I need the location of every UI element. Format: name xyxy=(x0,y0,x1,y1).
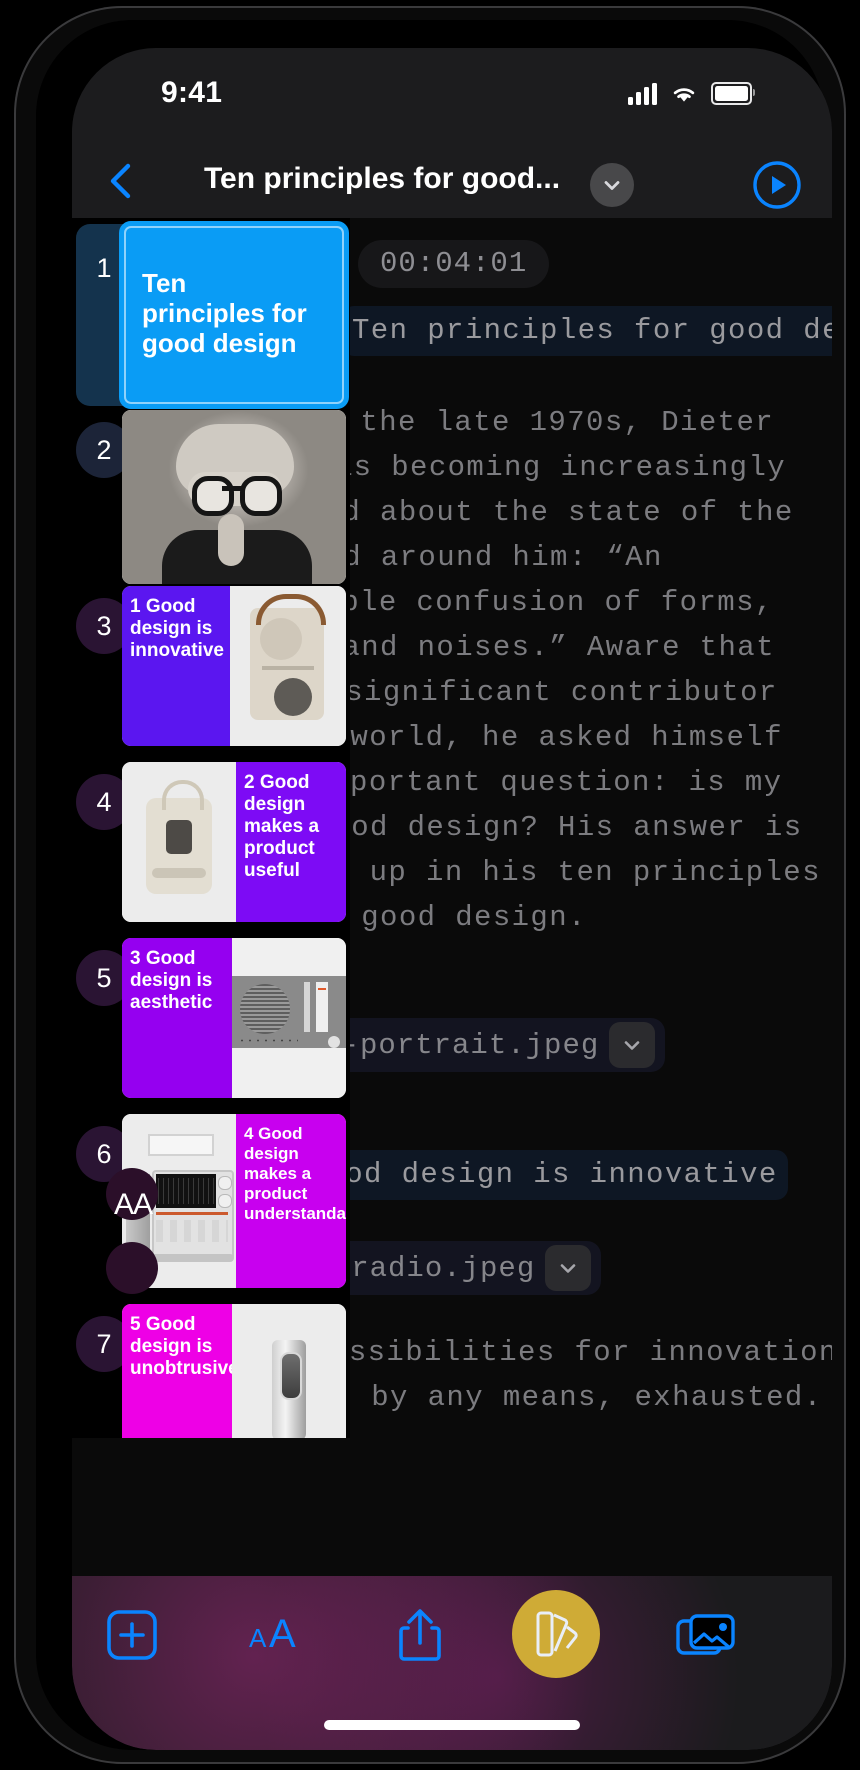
slide-thumbnail[interactable] xyxy=(122,410,346,584)
product-photo xyxy=(232,1304,346,1438)
plus-in-square-icon xyxy=(107,1610,157,1660)
status-bar: 9:41 xyxy=(72,48,832,144)
slide-thumbnail-title: 4 Good design makes a product understand… xyxy=(244,1124,346,1223)
slide-thumbnail-color-block: 1 Good design is innovative xyxy=(122,586,230,746)
slide-thumbnail-color-block: 4 Good design makes a product understand… xyxy=(236,1114,346,1288)
portrait-photo xyxy=(122,410,346,584)
slide-thumbnail-title: 3 Good design is aesthetic xyxy=(130,948,213,1013)
slide-thumbnail-color-block: 2 Good design makes a product useful xyxy=(236,762,346,922)
slide-thumbnail[interactable]: Ten principles for good design xyxy=(119,221,349,409)
product-photo xyxy=(122,762,236,922)
phone-frame: 00:04:01 Ten principles for good design … xyxy=(14,6,846,1764)
color-palette-icon xyxy=(536,1611,578,1657)
product-photo xyxy=(230,586,346,746)
selection-handle-bottom[interactable] xyxy=(106,1242,158,1294)
play-circle-icon xyxy=(753,161,801,209)
navigation-bar: Ten principles for good... xyxy=(72,144,832,218)
slide-thumbnail-color-block: 5 Good design is unobtrusive xyxy=(122,1304,239,1438)
svg-text:A: A xyxy=(249,1623,267,1653)
slide-thumbnail-title: 5 Good design is unobtrusive xyxy=(130,1314,239,1379)
photos-stack-icon xyxy=(676,1614,735,1655)
svg-text:A: A xyxy=(269,1613,296,1656)
slide-thumbnail-color-block: 3 Good design is aesthetic xyxy=(122,938,232,1098)
back-button[interactable] xyxy=(97,156,147,206)
bottom-toolbar: A A xyxy=(72,1576,832,1750)
status-time: 9:41 xyxy=(161,76,223,109)
phone-bezel: 00:04:01 Ten principles for good design … xyxy=(36,20,832,1750)
title-menu-button[interactable] xyxy=(590,163,634,207)
page-title: Ten principles for good... xyxy=(203,162,561,195)
product-photo xyxy=(232,938,346,1098)
script-line: In the late 1970s, Dieter xyxy=(304,406,775,439)
format-text-button[interactable]: A A xyxy=(242,1602,318,1668)
format-text-marker[interactable]: AA xyxy=(114,1188,153,1222)
signal-bars-icon xyxy=(628,82,657,105)
play-button[interactable] xyxy=(752,160,802,210)
highlight-line-title[interactable]: Ten principles for good design xyxy=(342,306,832,356)
chevron-down-icon[interactable] xyxy=(545,1245,592,1291)
share-button[interactable] xyxy=(382,1602,458,1668)
slide-thumbnail[interactable]: 5 Good design is unobtrusive xyxy=(122,1304,346,1438)
slide-thumbnail[interactable]: 3 Good design is aesthetic xyxy=(122,938,346,1098)
insert-button[interactable] xyxy=(94,1602,170,1668)
chevron-down-icon[interactable] xyxy=(609,1022,656,1068)
share-up-arrow-icon xyxy=(399,1609,441,1661)
timecode-label: 00:04:01 xyxy=(358,240,550,288)
status-indicators xyxy=(628,82,755,105)
slide-thumbnail-title: 2 Good design makes a product useful xyxy=(244,772,320,881)
media-button[interactable] xyxy=(668,1602,744,1668)
home-indicator[interactable] xyxy=(324,1720,580,1730)
aa-text-icon: A A xyxy=(249,1613,296,1656)
style-button[interactable] xyxy=(512,1590,600,1678)
slide-thumbnail-title: 1 Good design is innovative xyxy=(130,596,224,661)
slide-thumbnail[interactable]: 1 Good design is innovative xyxy=(122,586,346,746)
slide-thumbnail[interactable]: 2 Good design makes a product useful xyxy=(122,762,346,922)
chevron-down-icon xyxy=(604,181,620,190)
chevron-left-icon xyxy=(110,163,131,199)
slide-thumbnail-title: Ten principles for good design xyxy=(142,268,307,358)
wifi-icon xyxy=(673,87,695,102)
phone-screen: 00:04:01 Ten principles for good design … xyxy=(72,48,832,1750)
battery-icon xyxy=(711,82,755,105)
